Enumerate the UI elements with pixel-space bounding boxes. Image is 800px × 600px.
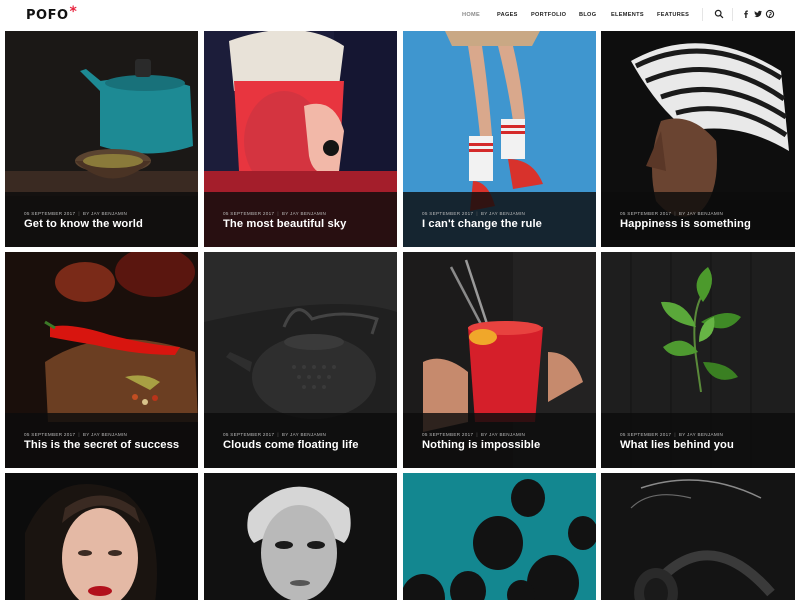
post-title[interactable]: Happiness is something bbox=[620, 218, 751, 230]
post-card[interactable] bbox=[204, 473, 397, 600]
post-date: 05 SEPTEMBER 2017 bbox=[223, 211, 275, 216]
nav-item-pages[interactable]: PAGES bbox=[497, 12, 518, 18]
nav-item-features[interactable]: FEATURES bbox=[657, 12, 689, 18]
post-card[interactable]: 05 SEPTEMBER 2017 | BY JAY BENJAMIN The mo… bbox=[204, 31, 397, 247]
post-meta: 05 SEPTEMBER 2017 | BY JAY BENJAMIN bbox=[223, 432, 327, 437]
post-date: 05 SEPTEMBER 2017 bbox=[620, 432, 672, 437]
nav-item-home[interactable]: HOME bbox=[462, 12, 480, 18]
post-author: BY JAY BENJAMIN bbox=[82, 211, 128, 216]
post-card[interactable]: 05 SEPTEMBER 2017 | BY JAY BENJAMIN Nothin… bbox=[403, 252, 596, 468]
post-date: 05 SEPTEMBER 2017 bbox=[223, 432, 275, 437]
site-header: POFO* HOME PAGES PORTFOLIO BLOG ELEMENTS… bbox=[0, 0, 800, 30]
headphones-photo bbox=[601, 473, 795, 600]
nav-item-portfolio[interactable]: PORTFOLIO bbox=[531, 12, 566, 18]
post-caption: 05 SEPTEMBER 2017 | BY JAY BENJAMIN What l… bbox=[601, 413, 795, 468]
pinterest-icon[interactable] bbox=[765, 9, 775, 19]
nav-divider bbox=[702, 8, 703, 21]
post-author: BY JAY BENJAMIN bbox=[82, 432, 128, 437]
nav-item-elements[interactable]: ELEMENTS bbox=[611, 12, 644, 18]
post-title[interactable]: Get to know the world bbox=[24, 218, 143, 230]
post-caption: 05 SEPTEMBER 2017 | BY JAY BENJAMIN This i… bbox=[5, 413, 198, 468]
post-caption: 05 SEPTEMBER 2017 | BY JAY BENJAMIN Happin… bbox=[601, 192, 795, 247]
post-meta: 05 SEPTEMBER 2017 | BY JAY BENJAMIN bbox=[620, 211, 724, 216]
facebook-icon[interactable] bbox=[741, 9, 751, 19]
post-card[interactable]: 05 SEPTEMBER 2017 | BY JAY BENJAMIN Clouds… bbox=[204, 252, 397, 468]
search-icon[interactable] bbox=[714, 9, 724, 19]
woman-bw-portrait-photo bbox=[204, 473, 397, 600]
post-date: 05 SEPTEMBER 2017 bbox=[24, 432, 76, 437]
post-date: 05 SEPTEMBER 2017 bbox=[620, 211, 672, 216]
logo-text: POFO bbox=[26, 8, 69, 23]
twitter-icon[interactable] bbox=[753, 9, 763, 19]
post-card[interactable] bbox=[403, 473, 596, 600]
post-date: 05 SEPTEMBER 2017 bbox=[422, 211, 474, 216]
post-meta: 05 SEPTEMBER 2017 | BY JAY BENJAMIN bbox=[422, 432, 526, 437]
woman-red-lips-photo bbox=[5, 473, 198, 600]
post-meta: 05 SEPTEMBER 2017 | BY JAY BENJAMIN bbox=[24, 211, 128, 216]
post-caption: 05 SEPTEMBER 2017 | BY JAY BENJAMIN Get to… bbox=[5, 192, 198, 247]
post-date: 05 SEPTEMBER 2017 bbox=[24, 211, 76, 216]
post-card[interactable]: 05 SEPTEMBER 2017 | BY JAY BENJAMIN What l… bbox=[601, 252, 795, 468]
post-author: BY JAY BENJAMIN bbox=[480, 432, 526, 437]
post-meta: 05 SEPTEMBER 2017 | BY JAY BENJAMIN bbox=[620, 432, 724, 437]
post-card[interactable]: 05 SEPTEMBER 2017 | BY JAY BENJAMIN Get to… bbox=[5, 31, 198, 247]
post-date: 05 SEPTEMBER 2017 bbox=[422, 432, 474, 437]
post-title[interactable]: What lies behind you bbox=[620, 439, 734, 451]
post-title[interactable]: This is the secret of success bbox=[24, 439, 179, 451]
post-meta: 05 SEPTEMBER 2017 | BY JAY BENJAMIN bbox=[422, 211, 526, 216]
post-meta: 05 SEPTEMBER 2017 | BY JAY BENJAMIN bbox=[24, 432, 128, 437]
post-card[interactable]: 05 SEPTEMBER 2017 | BY JAY BENJAMIN I can'… bbox=[403, 31, 596, 247]
post-meta: 05 SEPTEMBER 2017 | BY JAY BENJAMIN bbox=[223, 211, 327, 216]
post-author: BY JAY BENJAMIN bbox=[281, 211, 327, 216]
black-balloons-photo bbox=[403, 473, 596, 600]
post-title[interactable]: Clouds come floating life bbox=[223, 439, 359, 451]
logo[interactable]: POFO* bbox=[26, 4, 78, 23]
post-card[interactable]: 05 SEPTEMBER 2017 | BY JAY BENJAMIN Happin… bbox=[601, 31, 795, 247]
post-card[interactable]: 05 SEPTEMBER 2017 | BY JAY BENJAMIN This i… bbox=[5, 252, 198, 468]
post-card[interactable] bbox=[5, 473, 198, 600]
post-author: BY JAY BENJAMIN bbox=[678, 432, 724, 437]
post-grid: 05 SEPTEMBER 2017 | BY JAY BENJAMIN Get to… bbox=[0, 30, 800, 600]
post-title[interactable]: The most beautiful sky bbox=[223, 218, 346, 230]
post-title[interactable]: Nothing is impossible bbox=[422, 439, 540, 451]
nav-divider bbox=[732, 8, 733, 21]
post-caption: 05 SEPTEMBER 2017 | BY JAY BENJAMIN Nothin… bbox=[403, 413, 596, 468]
post-caption: 05 SEPTEMBER 2017 | BY JAY BENJAMIN The mo… bbox=[204, 192, 397, 247]
post-caption: 05 SEPTEMBER 2017 | BY JAY BENJAMIN I can'… bbox=[403, 192, 596, 247]
logo-mark: * bbox=[69, 4, 78, 20]
post-title[interactable]: I can't change the rule bbox=[422, 218, 542, 230]
nav-item-blog[interactable]: BLOG bbox=[579, 12, 596, 18]
post-author: BY JAY BENJAMIN bbox=[480, 211, 526, 216]
post-author: BY JAY BENJAMIN bbox=[678, 211, 724, 216]
post-author: BY JAY BENJAMIN bbox=[281, 432, 327, 437]
post-card[interactable] bbox=[601, 473, 795, 600]
post-caption: 05 SEPTEMBER 2017 | BY JAY BENJAMIN Clouds… bbox=[204, 413, 397, 468]
